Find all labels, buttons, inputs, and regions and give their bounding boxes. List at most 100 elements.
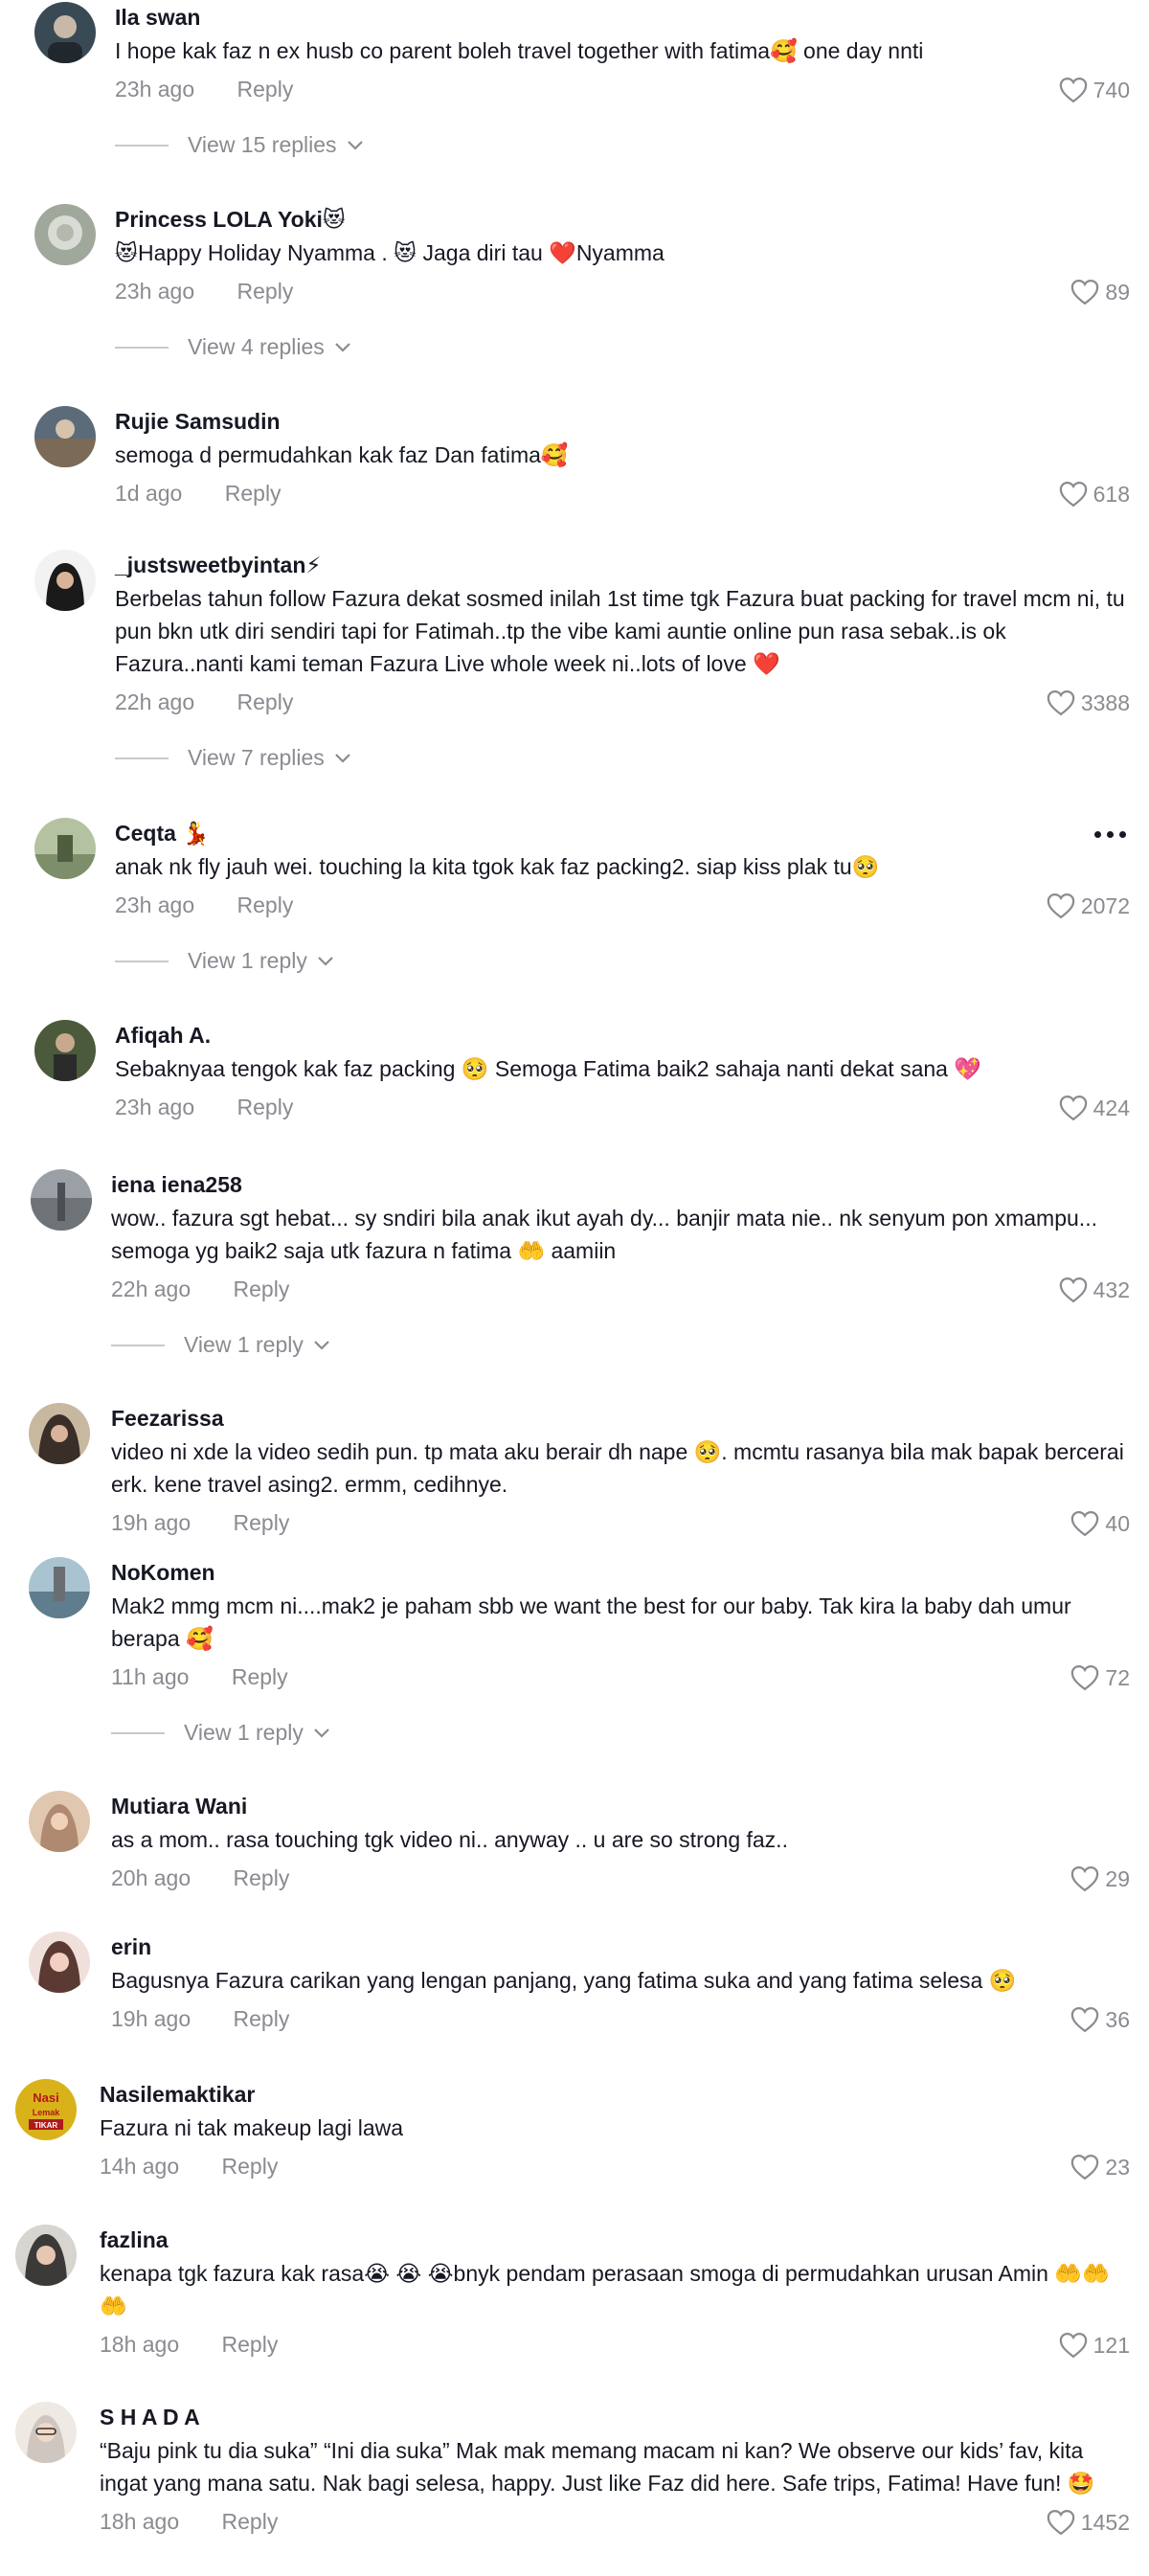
like-count: 618 (1093, 481, 1130, 507)
comment-username[interactable]: Rujie Samsudin (115, 408, 1130, 435)
view-replies-button[interactable]: View 15 replies (115, 132, 364, 158)
like-button[interactable]: 618 (1059, 481, 1130, 508)
heart-icon (1047, 2509, 1075, 2536)
reply-button[interactable]: Reply (222, 2509, 279, 2535)
view-replies-button[interactable]: View 1 reply (115, 948, 334, 974)
heart-icon (1071, 279, 1099, 305)
view-replies-button[interactable]: View 4 replies (115, 334, 351, 360)
comment-time: 1d ago (115, 481, 183, 506)
comment-username[interactable]: S H A D A (100, 2404, 1130, 2430)
avatar[interactable] (29, 1403, 90, 1464)
avatar[interactable] (34, 818, 96, 879)
like-count: 1452 (1080, 2509, 1130, 2535)
like-button[interactable]: 23 (1070, 2154, 1130, 2181)
divider-line (115, 960, 169, 962)
comment-username[interactable]: Nasilemaktikar (100, 2081, 1130, 2108)
comment-time: 19h ago (111, 1510, 192, 1535)
reply-button[interactable]: Reply (222, 2154, 279, 2180)
comment-username[interactable]: _justsweetbyintan⚡ (115, 552, 1130, 578)
reply-button[interactable]: Reply (234, 2006, 290, 2032)
like-button[interactable]: 121 (1059, 2332, 1130, 2359)
comment-text: kenapa tgk fazura kak rasa😭 😭 😭bnyk pend… (100, 2261, 1110, 2318)
like-button[interactable]: 40 (1070, 1510, 1130, 1537)
reply-button[interactable]: Reply (237, 893, 294, 918)
heart-icon (1059, 2332, 1087, 2359)
avatar[interactable] (15, 2225, 77, 2286)
avatar[interactable] (34, 1020, 96, 1081)
view-replies-button[interactable]: View 7 replies (115, 745, 351, 771)
comment-username[interactable]: iena iena258 (111, 1171, 1130, 1198)
avatar[interactable] (34, 550, 96, 611)
reply-button[interactable]: Reply (234, 1277, 290, 1302)
chevron-down-icon (347, 140, 363, 150)
heart-icon (1071, 2006, 1099, 2033)
view-replies-label: View 1 reply (188, 948, 307, 973)
view-replies-button[interactable]: View 1 reply (111, 1332, 330, 1358)
like-button[interactable]: 740 (1059, 77, 1130, 103)
avatar[interactable]: Nasi Lemak TIKAR (15, 2079, 77, 2140)
avatar[interactable] (15, 2402, 77, 2463)
comment-username[interactable]: Feezarissa (111, 1405, 1130, 1432)
avatar[interactable] (31, 1169, 92, 1231)
view-replies-label: View 15 replies (188, 132, 337, 157)
heart-icon (1047, 893, 1075, 919)
like-button[interactable]: 36 (1070, 2006, 1130, 2033)
comment-username[interactable]: Princess LOLA Yoki😻 (115, 206, 1130, 233)
like-count: 23 (1105, 2154, 1130, 2180)
avatar[interactable] (29, 1557, 90, 1618)
avatar[interactable] (29, 1791, 90, 1852)
comment-text: Berbelas tahun follow Fazura dekat sosme… (115, 586, 1132, 676)
like-count: 29 (1105, 1865, 1130, 1891)
comment-time: 11h ago (111, 1664, 190, 1689)
reply-button[interactable]: Reply (222, 2332, 279, 2358)
comment-time: 23h ago (115, 279, 195, 304)
chevron-down-icon (314, 1728, 329, 1738)
like-count: 89 (1105, 279, 1130, 305)
like-button[interactable]: 1452 (1047, 2509, 1130, 2536)
reply-button[interactable]: Reply (237, 279, 294, 305)
like-button[interactable]: 72 (1070, 1664, 1130, 1691)
reply-button[interactable]: Reply (237, 689, 294, 715)
like-count: 121 (1093, 2332, 1130, 2358)
like-button[interactable]: 2072 (1047, 893, 1130, 919)
comment-text: Sebaknyaa tengok kak faz packing 🥺 Semog… (115, 1056, 981, 1081)
reply-button[interactable]: Reply (237, 1095, 294, 1120)
view-replies-label: View 4 replies (188, 334, 325, 359)
comment-username[interactable]: fazlina (100, 2226, 1130, 2253)
heart-icon (1071, 1510, 1099, 1537)
comment-username[interactable]: erin (111, 1933, 1130, 1960)
heart-icon (1059, 77, 1087, 103)
reply-button[interactable]: Reply (237, 77, 294, 102)
like-button[interactable]: 89 (1070, 279, 1130, 305)
comment-username[interactable]: NoKomen (111, 1559, 1130, 1586)
comment-time: 20h ago (111, 1865, 192, 1890)
chevron-down-icon (318, 956, 333, 966)
reply-button[interactable]: Reply (232, 1664, 288, 1690)
comment-username[interactable]: Afiqah A. (115, 1022, 1130, 1049)
reply-button[interactable]: Reply (225, 481, 282, 507)
heart-icon (1059, 1277, 1087, 1303)
like-button[interactable]: 3388 (1047, 689, 1130, 716)
comment-username[interactable]: Mutiara Wani (111, 1793, 1130, 1819)
reply-button[interactable]: Reply (234, 1510, 290, 1536)
reply-button[interactable]: Reply (234, 1865, 290, 1891)
comment-text: wow.. fazura sgt hebat... sy sndiri bila… (111, 1206, 1104, 1263)
heart-icon (1047, 689, 1075, 716)
comment-username[interactable]: Ceqta 💃 (115, 820, 1130, 847)
like-count: 3388 (1080, 689, 1130, 715)
divider-line (115, 346, 169, 349)
comment-text: as a mom.. rasa touching tgk video ni.. … (111, 1827, 788, 1852)
like-button[interactable]: 432 (1059, 1277, 1130, 1303)
like-count: 740 (1093, 77, 1130, 102)
comment-time: 23h ago (115, 77, 195, 102)
like-button[interactable]: 29 (1070, 1865, 1130, 1892)
avatar[interactable] (34, 204, 96, 265)
avatar[interactable] (34, 2, 96, 63)
comment-time: 22h ago (115, 689, 195, 714)
comment-username[interactable]: Ila swan (115, 4, 1130, 31)
view-replies-button[interactable]: View 1 reply (111, 1720, 330, 1746)
avatar[interactable] (34, 406, 96, 467)
avatar[interactable] (29, 1932, 90, 1993)
comment-time: 23h ago (115, 1095, 195, 1119)
like-button[interactable]: 424 (1059, 1095, 1130, 1121)
